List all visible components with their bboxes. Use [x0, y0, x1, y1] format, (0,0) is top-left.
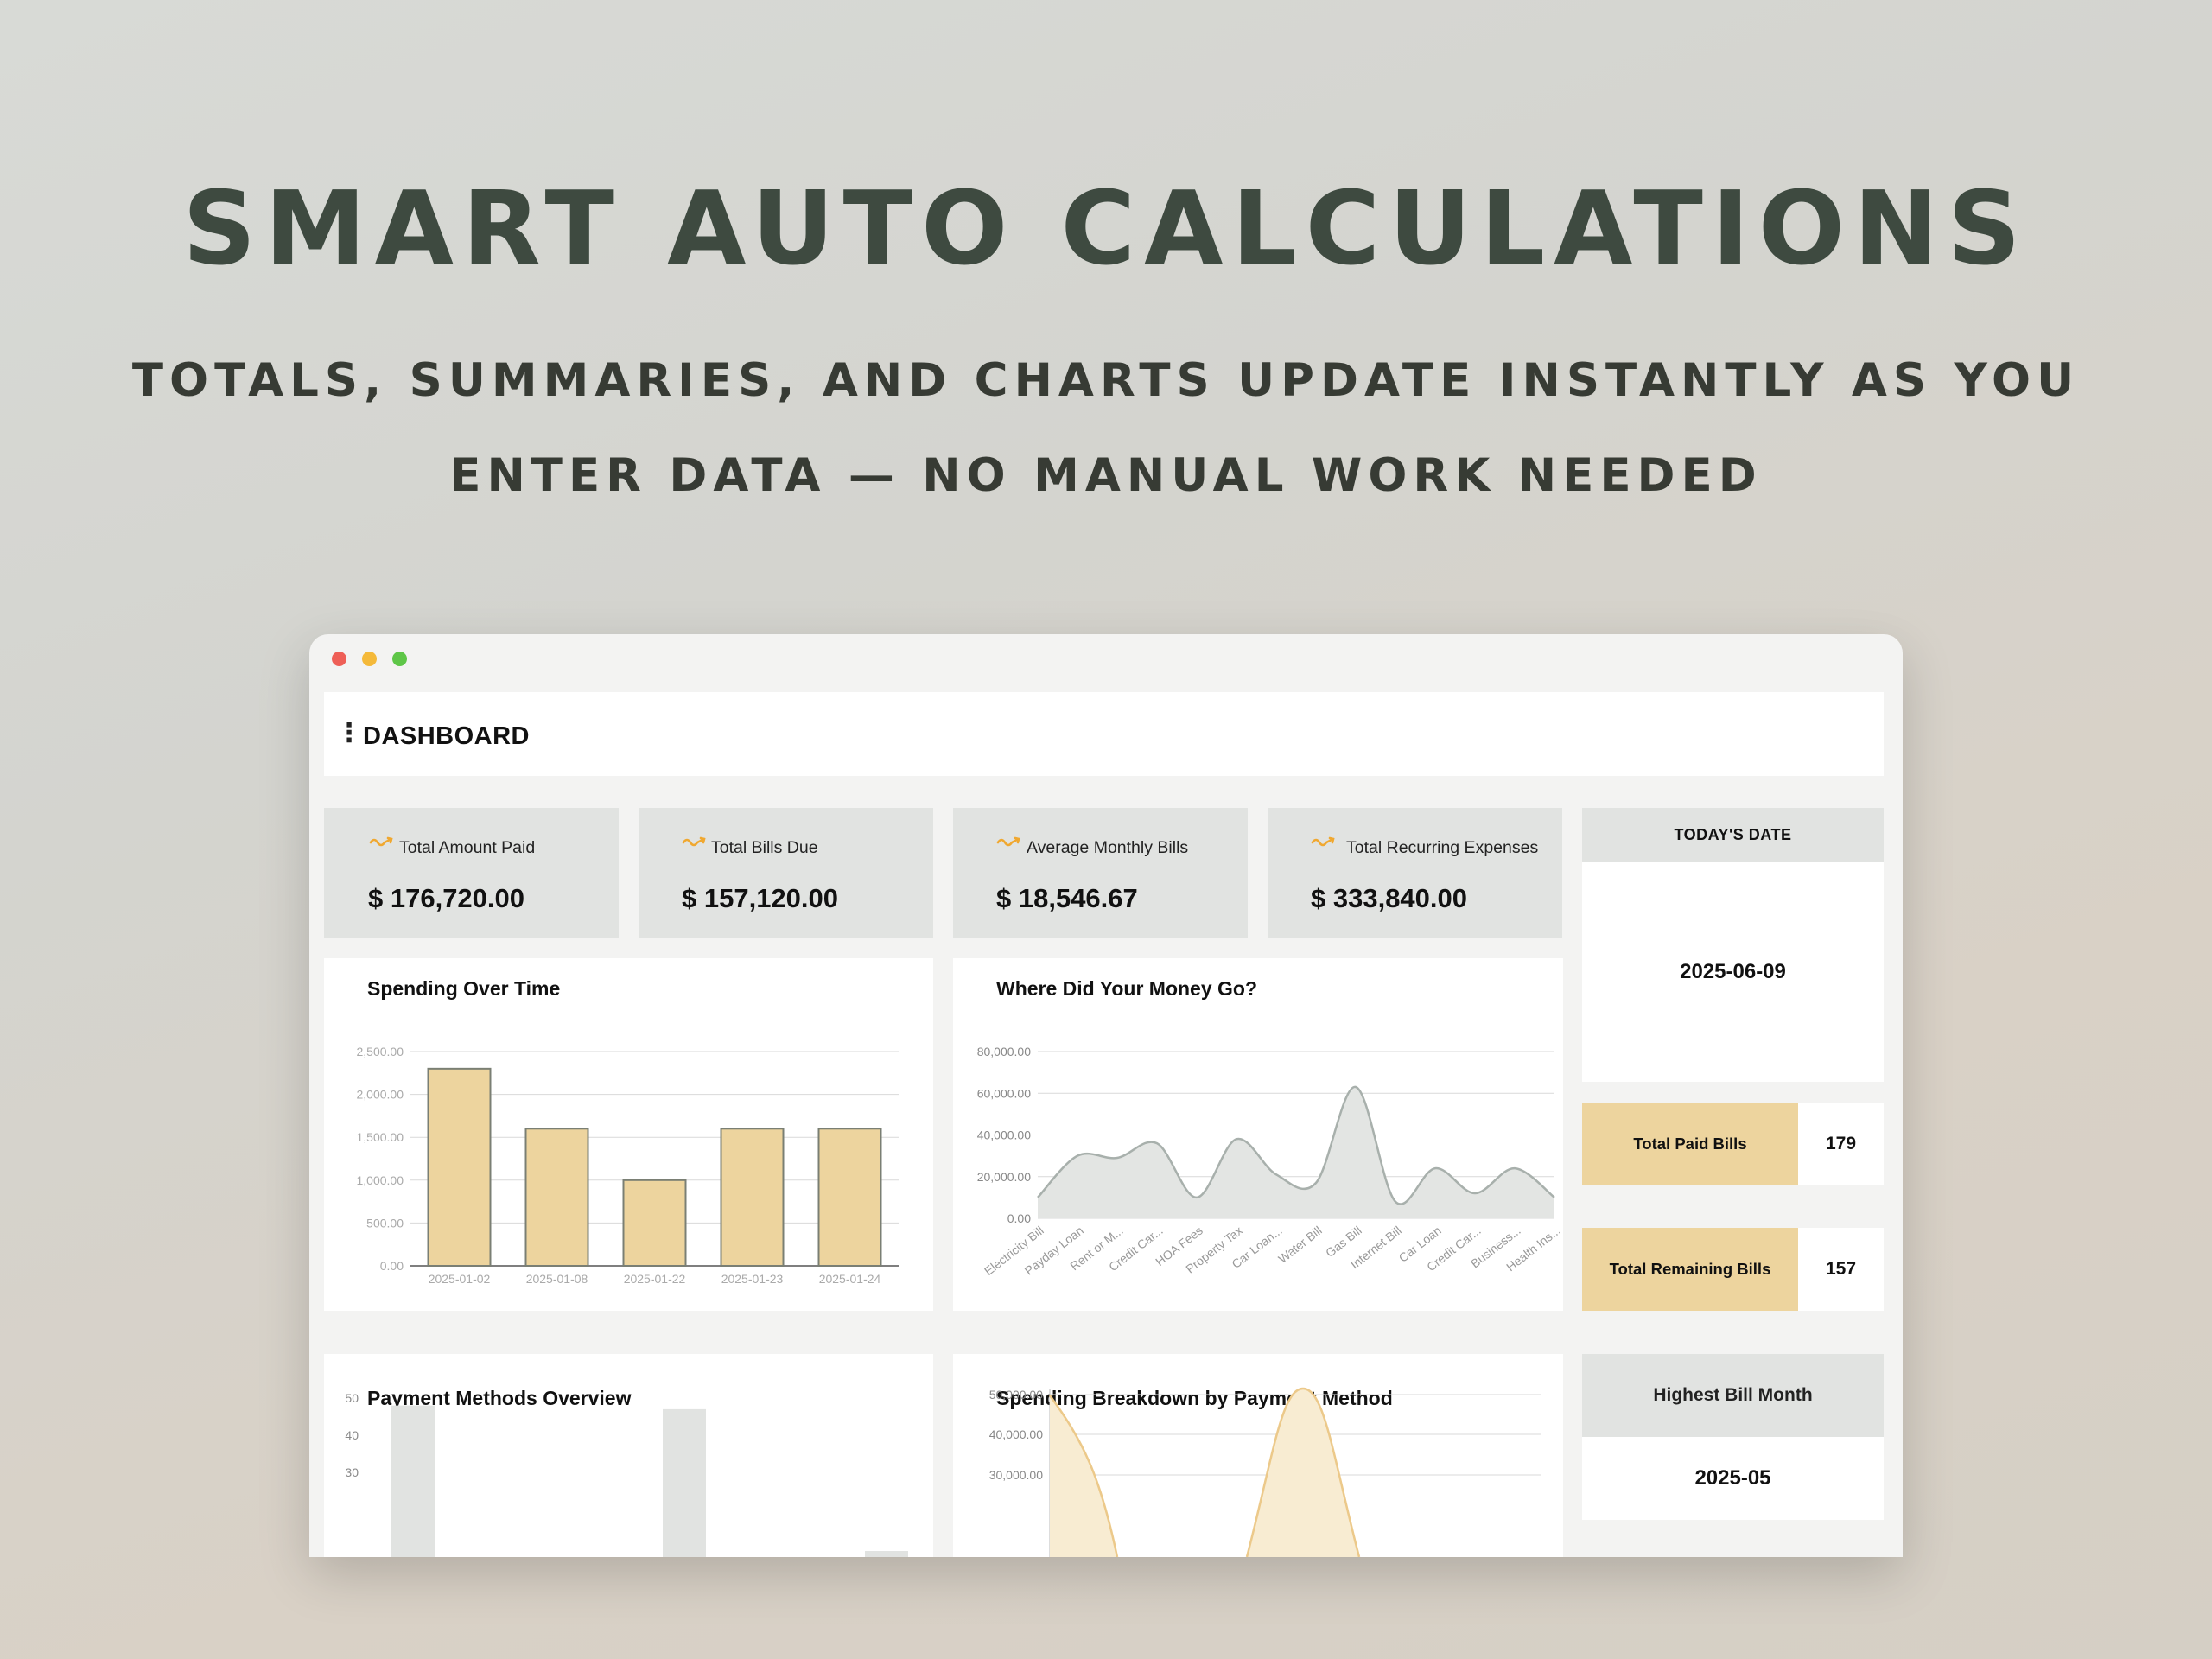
y-tick-label: 80,000.00	[977, 1045, 1031, 1058]
maximize-dot[interactable]	[392, 652, 407, 666]
dashboard-header: ⋮ DASHBOARD	[324, 692, 1884, 776]
y-tick-label: 40	[345, 1428, 359, 1442]
x-tick-label: 2025-01-02	[429, 1272, 491, 1286]
highest-bill-month-header: Highest Bill Month	[1582, 1354, 1884, 1437]
app-window: ⋮ DASHBOARD Total Amount Paid $ 176,720.…	[309, 634, 1903, 1557]
x-tick-label: Water Bill	[1275, 1224, 1325, 1266]
y-tick-label: 20,000.00	[977, 1170, 1031, 1184]
bar	[524, 1128, 589, 1267]
close-dot[interactable]	[332, 652, 346, 666]
trend-icon	[996, 836, 1020, 847]
bar	[720, 1128, 785, 1267]
total-remaining-bills-value: 157	[1798, 1228, 1884, 1311]
bar	[427, 1067, 492, 1267]
bar	[622, 1179, 687, 1267]
y-tick-label: 0.00	[1007, 1211, 1031, 1225]
area-fill	[1247, 1389, 1359, 1557]
area-fill	[1050, 1395, 1117, 1557]
total-remaining-bills-label: Total Remaining Bills	[1582, 1228, 1798, 1311]
y-tick-label: 30,000.00	[989, 1468, 1043, 1482]
y-tick-label: 50	[345, 1391, 359, 1405]
stat-value: $ 157,120.00	[682, 883, 839, 913]
y-tick-label: 60,000.00	[977, 1086, 1031, 1100]
hero-subtitle-line-2: ENTER DATA — NO MANUAL WORK NEEDED	[449, 449, 1763, 502]
y-tick-label: 1,500.00	[357, 1130, 404, 1144]
stat-value: $ 18,546.67	[996, 883, 1138, 913]
spending-breakdown-chart: 30,000.00 40,000.00 50,000.00	[989, 1387, 1541, 1557]
spending-over-time-panel: Spending Over Time 0.00 500.00 1,000.00 1,5…	[324, 958, 933, 1311]
stat-value: $ 333,840.00	[1311, 883, 1468, 913]
x-tick-label: 2025-01-22	[624, 1272, 686, 1286]
stat-card-total-recurring-expenses: Total Recurring Expenses $ 333,840.00	[1268, 808, 1562, 938]
minimize-dot[interactable]	[362, 652, 377, 666]
y-tick-label: 2,000.00	[357, 1088, 404, 1102]
bar	[663, 1408, 706, 1557]
stat-label: Total Amount Paid	[399, 838, 536, 857]
x-tick-label: 2025-01-08	[526, 1272, 588, 1286]
payment-methods-panel: Payment Methods Overview 30 40 50	[324, 1354, 933, 1557]
stat-value: $ 176,720.00	[368, 883, 525, 913]
y-tick-label: 40,000.00	[977, 1128, 1031, 1142]
stat-label: Total Bills Due	[711, 838, 818, 857]
bar	[817, 1128, 882, 1267]
trend-icon	[682, 836, 706, 847]
spending-breakdown-panel: Spending Breakdown by Payment Method 30,…	[953, 1354, 1563, 1557]
stat-card-total-bills-due: Total Bills Due $ 157,120.00	[639, 808, 933, 938]
total-paid-bills-label: Total Paid Bills	[1582, 1103, 1798, 1185]
stat-label: Total Recurring Expenses	[1346, 838, 1539, 857]
hero-subtitle-line-1: TOTALS, SUMMARIES, AND CHARTS UPDATE INS…	[131, 354, 2081, 407]
y-tick-label: 40,000.00	[989, 1427, 1043, 1441]
x-tick-label: 2025-01-23	[721, 1272, 784, 1286]
y-tick-label: 2,500.00	[357, 1045, 404, 1058]
highest-bill-month-value: 2025-05	[1582, 1437, 1884, 1520]
trend-icon	[1311, 836, 1335, 847]
y-tick-label: 30	[345, 1465, 359, 1479]
y-tick-label: 500.00	[366, 1216, 404, 1230]
x-tick-label: 2025-01-24	[819, 1272, 881, 1286]
bar	[865, 1551, 908, 1557]
hero-title: SMART AUTO CALCULATIONS	[182, 168, 2030, 288]
y-tick-label: 1,000.00	[357, 1173, 404, 1187]
y-tick-label: 50,000.00	[989, 1388, 1043, 1402]
todays-date-value: 2025-06-09	[1582, 862, 1884, 1082]
trend-icon	[369, 836, 393, 847]
area-fill	[1038, 1086, 1554, 1218]
payment-methods-chart: 30 40 50	[345, 1391, 908, 1557]
where-money-chart: 0.00 20,000.00 40,000.00 60,000.00 80,000.00…	[977, 1045, 1563, 1278]
page-title: DASHBOARD	[363, 722, 530, 750]
where-money-panel: Where Did Your Money Go? 0.00 20,000.00 40…	[953, 958, 1563, 1311]
todays-date-header: TODAY'S DATE	[1582, 808, 1884, 862]
y-tick-label: 0.00	[380, 1259, 404, 1273]
bar	[391, 1405, 435, 1557]
stat-card-total-amount-paid: Total Amount Paid $ 176,720.00	[324, 808, 619, 938]
spending-over-time-chart: 0.00 500.00 1,000.00 1,500.00 2,000.00 2,500.…	[357, 1045, 899, 1286]
stat-card-average-monthly-bills: Average Monthly Bills $ 18,546.67	[953, 808, 1248, 938]
total-paid-bills-value: 179	[1798, 1103, 1884, 1185]
kebab-menu-icon[interactable]: ⋮	[336, 721, 362, 747]
stat-label: Average Monthly Bills	[1027, 838, 1189, 857]
